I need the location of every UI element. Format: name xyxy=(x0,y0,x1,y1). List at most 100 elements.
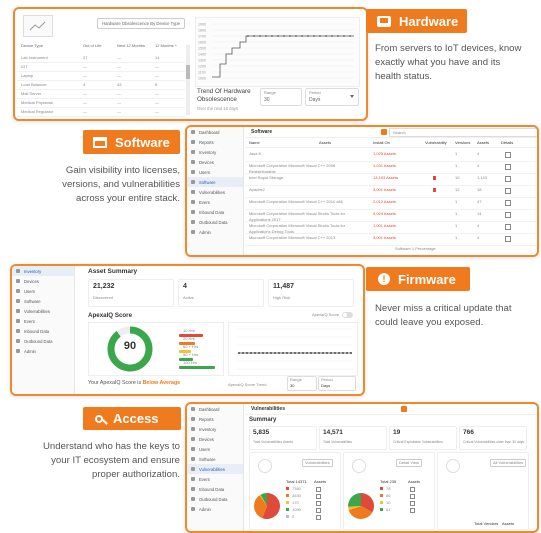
sidebar-item[interactable]: Users xyxy=(12,286,74,296)
sidebar-item[interactable]: Software xyxy=(187,177,243,187)
card-button[interactable]: All Vulnerabilities xyxy=(490,459,527,467)
table-header-cell[interactable]: Name xyxy=(249,140,260,146)
external-link-icon[interactable] xyxy=(505,236,511,242)
software-name[interactable]: Intel Rapid Storage xyxy=(249,175,359,181)
device-type-dropdown[interactable]: Hardware Obsolescence By Device Type xyxy=(97,18,185,29)
score-toggle[interactable]: ApexaIQ Score xyxy=(312,312,354,318)
summary-card[interactable]: 21,232 Discovered xyxy=(88,279,174,307)
sidebar-item[interactable]: Event xyxy=(187,197,243,207)
sidebar-item[interactable]: Dashboard xyxy=(187,127,243,137)
card-icon xyxy=(258,459,272,473)
sidebar-item[interactable]: Devices xyxy=(187,157,243,167)
sidebar-item[interactable]: Devices xyxy=(12,276,74,286)
sidebar-item[interactable]: Outbound Data xyxy=(12,336,74,346)
table-header-cell[interactable]: Details xyxy=(501,140,513,146)
kpi-card[interactable]: 19 Critical Exploitable Vulnerabilities xyxy=(389,426,457,450)
y-tick-label: 1200 xyxy=(198,65,206,69)
table-row[interactable]: Medical Regulator — — — xyxy=(17,107,185,117)
sidebar-item[interactable]: Inbound Data xyxy=(187,207,243,217)
sidebar-item[interactable]: Reports xyxy=(187,414,243,424)
sidebar-item[interactable]: Software xyxy=(187,454,243,464)
fw-range-select[interactable]: Range 30 xyxy=(287,376,317,391)
external-link-icon[interactable] xyxy=(505,224,511,230)
sidebar-item[interactable]: Event xyxy=(187,474,243,484)
external-link-icon[interactable] xyxy=(410,508,415,513)
sidebar-item[interactable]: Users xyxy=(187,444,243,454)
software-search-input[interactable]: Search xyxy=(389,128,537,137)
sidebar-item-label: Admin xyxy=(199,229,211,235)
sidebar-item[interactable]: Vulnerabilities xyxy=(12,306,74,316)
external-link-icon[interactable] xyxy=(505,164,511,170)
sidebar-item[interactable]: Dashboard xyxy=(187,404,243,414)
sidebar-item[interactable]: Inventory xyxy=(187,147,243,157)
kpi-card[interactable]: 5,835 Total Vulnerabilities Assets xyxy=(249,426,317,450)
table-header-cell[interactable]: Assets xyxy=(319,140,331,146)
external-link-icon[interactable] xyxy=(410,494,415,499)
summary-card[interactable]: 11,487 High Risk xyxy=(268,279,354,307)
sidebar-item-label: Inbound Data xyxy=(199,209,225,215)
sidebar-item[interactable]: Vulnerabilities xyxy=(187,464,243,474)
sidebar-item[interactable]: Admin xyxy=(12,346,74,356)
sidebar-item[interactable]: Software xyxy=(12,296,74,306)
install-count[interactable]: 4,024 Assets xyxy=(373,211,396,217)
sidebar-item[interactable]: Event xyxy=(12,316,74,326)
install-count[interactable]: 13,193 Assets xyxy=(373,175,398,181)
table-header-cell[interactable]: Assets xyxy=(477,140,489,146)
install-count[interactable]: 1,001 Assets xyxy=(373,223,396,229)
table-header-cell[interactable]: Install On xyxy=(373,140,390,146)
sidebar-item[interactable]: Devices xyxy=(187,434,243,444)
external-link-icon[interactable] xyxy=(505,212,511,218)
hardware-period-select[interactable]: Period Days xyxy=(305,88,359,106)
access-tag-label: Access xyxy=(113,411,159,426)
external-link-icon[interactable] xyxy=(316,508,321,513)
filter-button[interactable] xyxy=(381,129,387,135)
sidebar-item[interactable]: Inventory xyxy=(12,266,74,276)
summary-card[interactable]: 4 Active xyxy=(178,279,264,307)
external-link-icon[interactable] xyxy=(505,176,511,182)
hardware-scrollbar[interactable] xyxy=(186,45,190,115)
external-link-icon[interactable] xyxy=(316,515,321,520)
external-link-icon[interactable] xyxy=(410,487,415,492)
software-name[interactable]: Microsoft Corporation Microsoft Visual C… xyxy=(249,199,359,205)
software-name[interactable]: Apache2 xyxy=(249,187,359,193)
fw-period-select[interactable]: Period Days xyxy=(318,376,356,391)
install-count[interactable]: 2,012 Assets xyxy=(373,199,396,205)
sidebar-item[interactable]: Outbound Data xyxy=(187,494,243,504)
toggle-switch[interactable] xyxy=(342,312,354,318)
sidebar-item[interactable]: Vulnerabilities xyxy=(187,187,243,197)
install-count[interactable]: 1,025 Assets xyxy=(373,151,396,157)
vulnerability-indicator xyxy=(433,176,436,180)
external-link-icon[interactable] xyxy=(505,188,511,194)
external-link-icon[interactable] xyxy=(316,501,321,506)
hardware-range-select[interactable]: Range 30 xyxy=(260,88,302,106)
software-name[interactable]: Java 8 xyxy=(249,151,359,157)
nav-icon xyxy=(191,487,195,491)
legend-swatch xyxy=(380,508,383,511)
sidebar-item[interactable]: Reports xyxy=(187,137,243,147)
sidebar-item[interactable]: Inbound Data xyxy=(12,326,74,336)
install-count[interactable]: 1,031 Assets xyxy=(373,163,396,169)
kpi-card[interactable]: 766 Critical Vulnerabilities older than 3… xyxy=(459,426,527,450)
external-link-icon[interactable] xyxy=(505,152,511,158)
install-count[interactable]: 3,001 Assets xyxy=(373,235,396,241)
external-link-icon[interactable] xyxy=(316,494,321,499)
table-row[interactable]: Microsoft Corporation Microsoft Visual C… xyxy=(245,233,537,246)
filter-button[interactable] xyxy=(401,406,407,412)
card-button[interactable]: Vulnerabilities xyxy=(302,459,333,467)
sidebar-item[interactable]: Inventory xyxy=(187,424,243,434)
kpi-card[interactable]: 14,571 Total Vulnerabilities xyxy=(319,426,387,450)
sidebar-item[interactable]: Users xyxy=(187,167,243,177)
access-header: Vulnerabilities xyxy=(251,406,285,412)
software-name[interactable]: Microsoft Corporation Microsoft Visual C… xyxy=(249,235,359,241)
external-link-icon[interactable] xyxy=(410,501,415,506)
table-header-cell[interactable]: Versions xyxy=(455,140,470,146)
card-button[interactable]: Detail View xyxy=(396,459,422,467)
install-count[interactable]: 3,001 Assets xyxy=(373,187,396,193)
sidebar-item[interactable]: Admin xyxy=(187,504,243,514)
external-link-icon[interactable] xyxy=(505,200,511,206)
sidebar-item[interactable]: Inbound Data xyxy=(187,484,243,494)
sidebar-item[interactable]: Outbound Data xyxy=(187,217,243,227)
external-link-icon[interactable] xyxy=(316,487,321,492)
table-header-cell[interactable]: Vulnerability xyxy=(425,140,447,146)
sidebar-item[interactable]: Admin xyxy=(187,227,243,237)
